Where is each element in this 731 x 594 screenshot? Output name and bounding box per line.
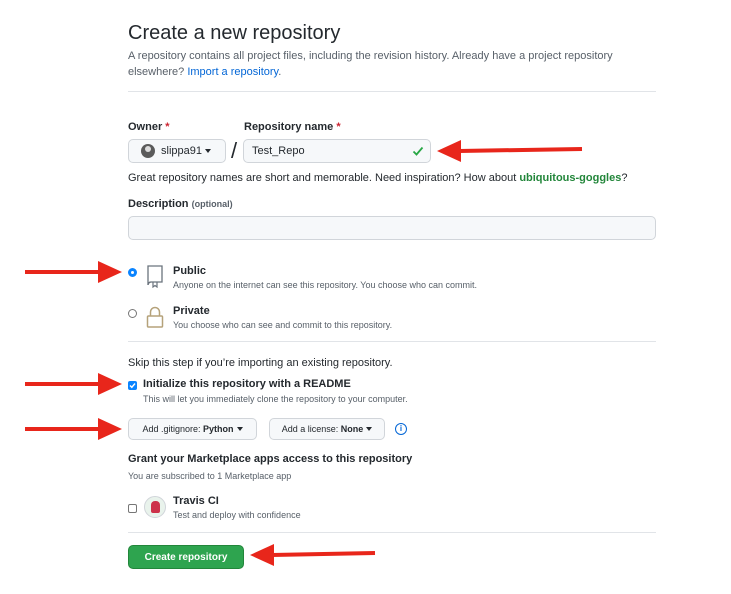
gitignore-prefix: Add .gitignore: <box>142 424 201 434</box>
divider <box>128 341 656 342</box>
skip-step-note: Skip this step if you’re importing an ex… <box>128 357 393 369</box>
readme-description: This will let you immediately clone the … <box>143 394 408 404</box>
name-suggestion[interactable]: ubiquitous-goggles <box>519 172 621 184</box>
readme-label[interactable]: Initialize this repository with a README <box>143 378 351 390</box>
required-mark: * <box>336 121 341 133</box>
private-description: You choose who can see and commit to thi… <box>173 320 393 330</box>
owner-repo-separator: / <box>231 138 238 163</box>
repository-name-input[interactable]: Test_Repo <box>243 139 431 163</box>
repository-name-value: Test_Repo <box>252 145 305 157</box>
subtitle-line2-suffix: . <box>278 66 282 78</box>
red-arrow-icon <box>25 261 122 283</box>
create-repository-button[interactable]: Create repository <box>128 545 244 569</box>
description-label: Description (optional) <box>128 198 233 210</box>
red-arrow-icon <box>250 544 376 566</box>
subtitle-line2-prefix: elsewhere? <box>128 66 188 78</box>
description-input[interactable] <box>128 216 656 240</box>
red-arrow-icon <box>25 373 122 395</box>
import-repository-link[interactable]: Import a repository <box>187 66 278 78</box>
private-title: Private <box>173 305 210 317</box>
name-hint: Great repository names are short and mem… <box>128 172 628 184</box>
divider <box>128 91 656 92</box>
license-select[interactable]: Add a license: None <box>269 418 385 440</box>
owner-value: slippa91 <box>161 145 202 157</box>
page-subtitle: A repository contains all project files,… <box>128 48 648 80</box>
marketplace-title: Grant your Marketplace apps access to th… <box>128 453 413 465</box>
public-description: Anyone on the internet can see this repo… <box>173 280 478 290</box>
optional-tag: (optional) <box>191 199 233 209</box>
marketplace-subtitle: You are subscribed to 1 Marketplace app <box>128 471 292 481</box>
readme-checkbox[interactable] <box>128 381 137 390</box>
subtitle-line1: A repository contains all project files,… <box>128 50 613 62</box>
repo-name-label: Repository name * <box>244 121 341 133</box>
page-title: Create a new repository <box>128 22 341 44</box>
app-description: Test and deploy with confidence <box>173 510 301 520</box>
avatar <box>141 144 155 158</box>
travis-ci-logo-icon <box>144 496 166 518</box>
owner-label: Owner * <box>128 121 170 133</box>
license-value: None <box>340 424 364 434</box>
caret-down-icon <box>366 427 373 431</box>
public-radio[interactable] <box>128 268 137 277</box>
caret-down-icon <box>204 149 211 153</box>
gitignore-select[interactable]: Add .gitignore: Python <box>128 418 257 440</box>
info-icon[interactable]: i <box>395 423 407 435</box>
gitignore-value: Python <box>203 424 234 434</box>
required-mark: * <box>165 121 170 133</box>
red-arrow-icon <box>25 418 122 440</box>
caret-down-icon <box>236 427 243 431</box>
travis-ci-checkbox[interactable] <box>128 504 137 513</box>
license-prefix: Add a license: <box>281 424 339 434</box>
red-arrow-icon <box>437 140 583 162</box>
check-icon <box>412 146 424 156</box>
private-radio[interactable] <box>128 309 137 318</box>
app-name: Travis CI <box>173 495 219 507</box>
repo-book-icon <box>147 265 163 288</box>
lock-icon <box>146 306 164 328</box>
checkmark-icon <box>129 383 136 389</box>
owner-select[interactable]: slippa91 <box>128 139 226 163</box>
public-title: Public <box>173 265 207 277</box>
divider <box>128 532 656 533</box>
